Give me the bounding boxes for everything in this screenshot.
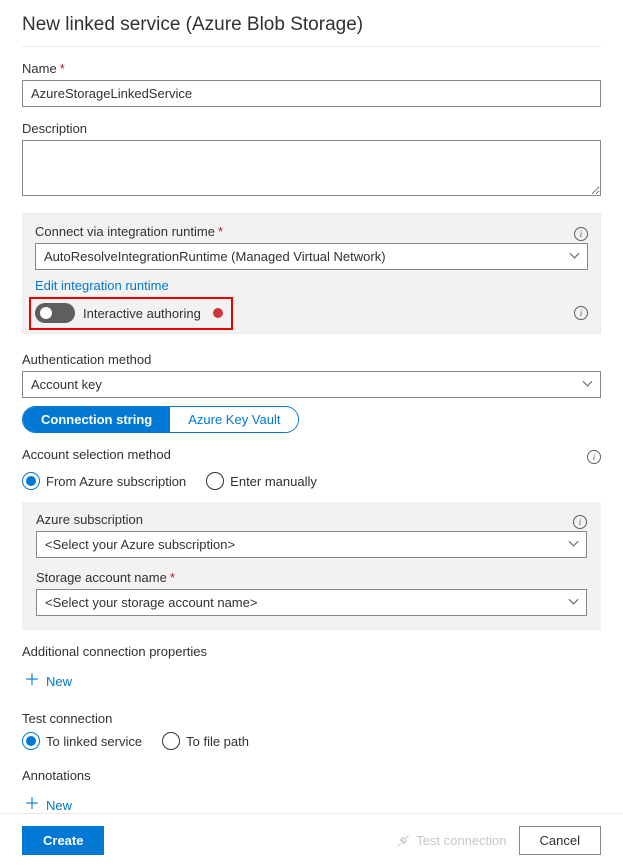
- azure-subscription-select[interactable]: <Select your Azure subscription>: [36, 531, 587, 558]
- name-label: Name*: [22, 61, 601, 76]
- interactive-authoring-label: Interactive authoring: [83, 306, 201, 321]
- radio-label: Enter manually: [230, 474, 317, 489]
- create-button[interactable]: Create: [22, 826, 104, 855]
- integration-runtime-label: Connect via integration runtime*: [35, 224, 574, 239]
- radio-to-file-path[interactable]: To file path: [162, 732, 249, 750]
- radio-enter-manually[interactable]: Enter manually: [206, 472, 317, 490]
- test-connection-label: Test connection: [22, 711, 601, 726]
- account-selection-label: Account selection method: [22, 447, 587, 462]
- info-icon[interactable]: i: [574, 227, 588, 241]
- test-connection-button: Test connection: [396, 833, 506, 848]
- required-asterisk: *: [60, 61, 65, 76]
- radio-from-azure-subscription[interactable]: From Azure subscription: [22, 472, 186, 490]
- integration-runtime-section: Connect via integration runtime* i AutoR…: [22, 213, 601, 334]
- radio-label: To linked service: [46, 734, 142, 749]
- radio-label: From Azure subscription: [46, 474, 186, 489]
- edit-integration-runtime-link[interactable]: Edit integration runtime: [35, 278, 169, 293]
- annotations-label: Annotations: [22, 768, 601, 783]
- radio-label: To file path: [186, 734, 249, 749]
- radio-to-linked-service[interactable]: To linked service: [22, 732, 142, 750]
- credential-source-tabs: Connection string Azure Key Vault: [22, 406, 299, 433]
- storage-account-select[interactable]: <Select your storage account name>: [36, 589, 587, 616]
- auth-method-label: Authentication method: [22, 352, 601, 367]
- interactive-authoring-toggle[interactable]: [35, 303, 75, 323]
- description-label: Description: [22, 121, 601, 136]
- info-icon[interactable]: i: [574, 306, 588, 320]
- azure-account-subsection: Azure subscription i <Select your Azure …: [22, 502, 601, 630]
- add-connection-property-button[interactable]: ＋ New: [22, 669, 74, 693]
- plus-icon: ＋: [24, 673, 40, 689]
- cancel-button[interactable]: Cancel: [519, 826, 601, 855]
- additional-connection-properties-label: Additional connection properties: [22, 644, 601, 659]
- tab-azure-key-vault[interactable]: Azure Key Vault: [170, 407, 298, 432]
- plug-icon: [396, 834, 410, 848]
- info-icon[interactable]: i: [573, 515, 587, 529]
- panel-title: New linked service (Azure Blob Storage): [22, 14, 601, 47]
- plus-icon: ＋: [24, 797, 40, 813]
- tab-connection-string[interactable]: Connection string: [23, 407, 170, 432]
- info-icon[interactable]: i: [587, 450, 601, 464]
- panel-footer: Create Test connection Cancel: [0, 813, 623, 867]
- status-dot-icon: [213, 308, 223, 318]
- auth-method-select[interactable]: Account key: [22, 371, 601, 398]
- storage-account-label: Storage account name*: [36, 570, 587, 585]
- azure-subscription-label: Azure subscription: [36, 512, 573, 527]
- description-textarea[interactable]: [22, 140, 601, 196]
- integration-runtime-select[interactable]: AutoResolveIntegrationRuntime (Managed V…: [35, 243, 588, 270]
- name-input[interactable]: [22, 80, 601, 107]
